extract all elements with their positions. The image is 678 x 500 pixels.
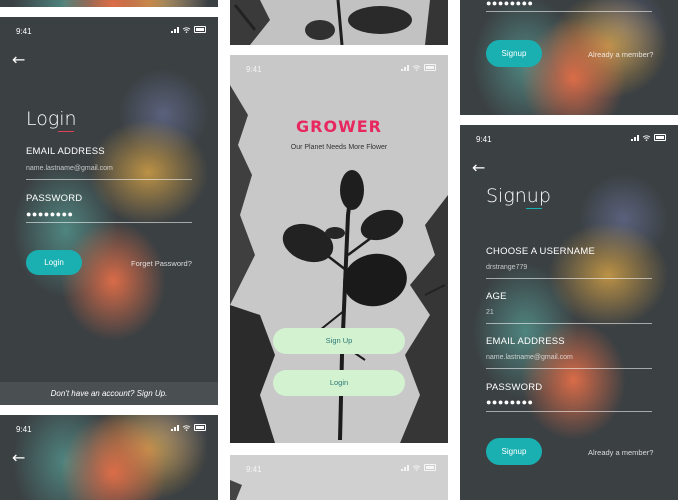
status-time: 9:41 — [246, 65, 262, 74]
tagline: Our Planet Needs More Flower — [290, 144, 388, 151]
status-bar: 9:41 — [0, 415, 218, 437]
page-title: Signup — [486, 185, 551, 209]
signal-icon — [631, 134, 639, 141]
signup-button[interactable]: Sign Up — [273, 328, 405, 354]
battery-icon — [194, 424, 206, 431]
signup-button[interactable]: Signup — [486, 40, 542, 67]
login-button[interactable]: Login — [26, 250, 82, 275]
username-label: CHOOSE A USERNAME — [486, 246, 595, 257]
wifi-icon — [412, 464, 421, 471]
status-time: 9:41 — [16, 27, 32, 36]
email-underline — [486, 368, 652, 369]
signup-footer[interactable]: Don't have an account? Sign Up. — [0, 382, 218, 405]
wifi-icon — [642, 134, 651, 141]
email-label: EMAIL ADDRESS — [26, 146, 105, 157]
partial-screen-bottom-middle: 9:41 — [230, 455, 448, 500]
status-bar: 9:41 — [0, 17, 218, 39]
plant-image — [230, 0, 448, 45]
partial-screen-top-middle — [230, 0, 448, 45]
already-member-link[interactable]: Already a member? — [588, 448, 653, 457]
age-underline — [486, 323, 652, 324]
password-underline — [486, 11, 652, 12]
wifi-icon — [182, 424, 191, 431]
email-label: EMAIL ADDRESS — [486, 336, 565, 347]
status-time: 9:41 — [476, 135, 492, 144]
password-label: PASSWORD — [26, 193, 83, 204]
login-screen: 9:41 ← Login EMAIL ADDRESS name.lastname… — [0, 17, 218, 405]
password-underline — [486, 411, 652, 412]
back-arrow-icon[interactable]: ← — [12, 450, 25, 466]
partial-screen-top-left — [0, 0, 218, 7]
status-time: 9:41 — [246, 465, 262, 474]
signup-button[interactable]: Signup — [486, 438, 542, 465]
battery-icon — [654, 134, 666, 141]
password-underline — [26, 222, 192, 223]
signal-icon — [401, 464, 409, 471]
wifi-icon — [412, 64, 421, 71]
login-button[interactable]: Login — [273, 370, 405, 396]
signup-screen: 9:41 ← Signup CHOOSE A USERNAME drstrang… — [460, 125, 678, 500]
partial-screen-bottom-left: 9:41 ← — [0, 415, 218, 500]
already-member-link[interactable]: Already a member? — [588, 50, 653, 59]
username-field[interactable]: drstrange779 — [486, 264, 527, 271]
status-bar: 9:41 — [230, 455, 448, 477]
battery-icon — [424, 464, 436, 471]
signal-icon — [401, 64, 409, 71]
signal-icon — [171, 26, 179, 33]
status-time: 9:41 — [16, 425, 32, 434]
email-underline — [26, 179, 192, 180]
welcome-screen: 9:41 GROWER Our Planet Needs More Flower… — [230, 55, 448, 443]
forgot-password-link[interactable]: Forget Password? — [131, 259, 192, 268]
wifi-icon — [182, 26, 191, 33]
password-label: PASSWORD — [486, 382, 543, 393]
password-field[interactable]: ●●●●●●●● — [26, 209, 74, 219]
email-field[interactable]: name.lastname@gmail.com — [26, 165, 113, 172]
partial-screen-top-right: ●●●●●●●● Signup Already a member? — [460, 0, 678, 115]
battery-icon — [424, 64, 436, 71]
battery-icon — [194, 26, 206, 33]
email-field[interactable]: name.lastname@gmail.com — [486, 354, 573, 361]
status-bar: 9:41 — [230, 55, 448, 77]
password-field[interactable]: ●●●●●●●● — [486, 397, 534, 407]
signal-icon — [171, 424, 179, 431]
username-underline — [486, 278, 652, 279]
password-field[interactable]: ●●●●●●●● — [486, 0, 534, 8]
brand-logo: GROWER — [296, 117, 382, 136]
page-title: Login — [26, 108, 77, 132]
back-arrow-icon[interactable]: ← — [12, 52, 25, 68]
back-arrow-icon[interactable]: ← — [472, 160, 485, 176]
status-bar: 9:41 — [460, 125, 678, 147]
age-field[interactable]: 21 — [486, 309, 494, 316]
age-label: AGE — [486, 291, 507, 302]
